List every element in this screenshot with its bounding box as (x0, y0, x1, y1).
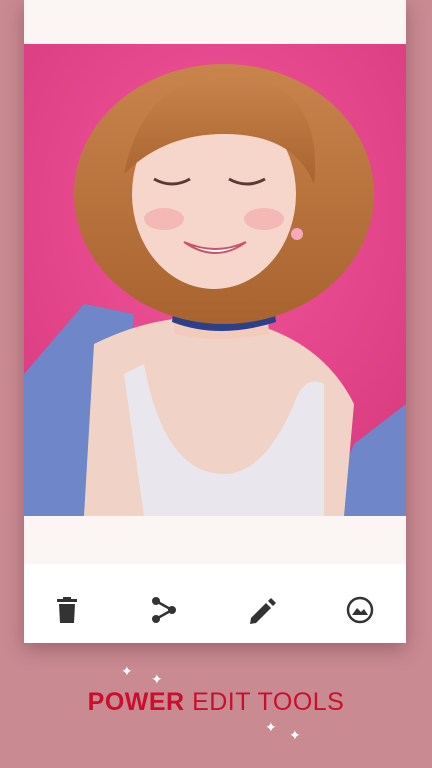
sparkle-icon: ✦ (121, 663, 133, 679)
bottom-border (24, 516, 406, 564)
edit-button[interactable] (242, 590, 282, 630)
photo-illustration (24, 44, 406, 516)
filter-icon (346, 596, 374, 624)
caption-light: EDIT TOOLS (192, 688, 345, 716)
sparkle-icon: ✦ (289, 727, 301, 743)
caption-strong: POWER (87, 688, 185, 716)
promo-caption: POWER EDIT TOOLS (0, 688, 432, 717)
share-icon (152, 597, 176, 623)
delete-button[interactable] (47, 590, 87, 630)
selected-photo[interactable] (24, 44, 406, 516)
sparkle-icon: ✦ (265, 719, 277, 735)
edit-toolbar (24, 564, 406, 643)
top-border (24, 0, 406, 44)
filter-button[interactable] (340, 590, 380, 630)
share-button[interactable] (144, 590, 184, 630)
edit-pencil-icon (250, 598, 276, 624)
photo-card (24, 0, 406, 643)
sparkle-icon: ✦ (151, 671, 163, 687)
trash-icon (57, 597, 77, 623)
